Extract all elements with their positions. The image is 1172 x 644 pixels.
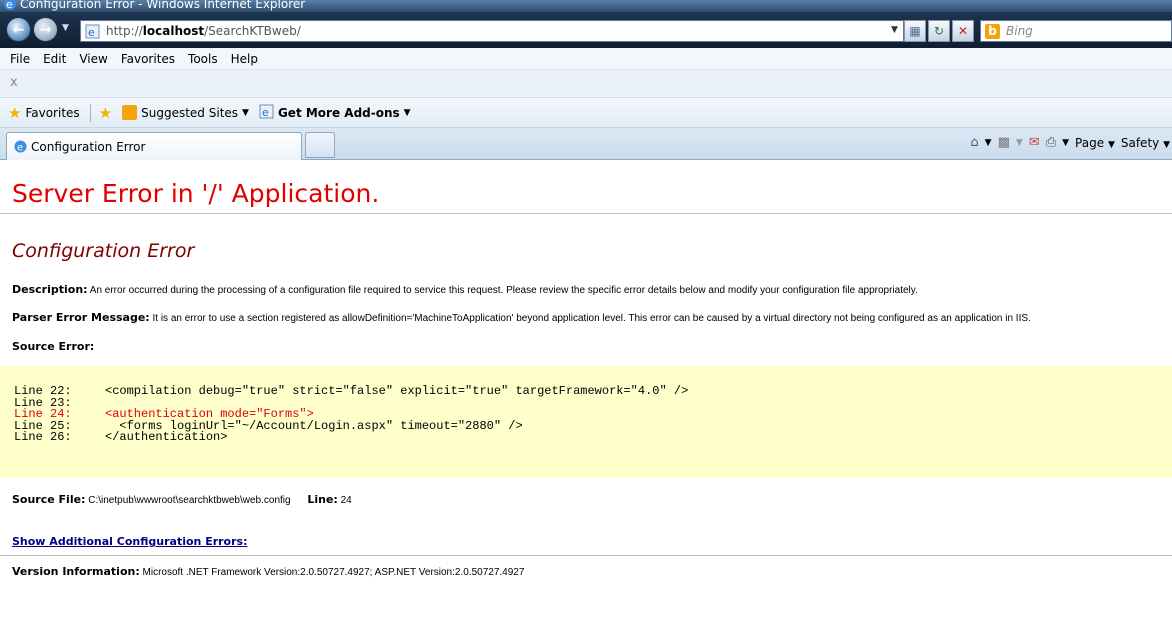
favorites-star-icon: ★ xyxy=(8,103,22,122)
print-icon[interactable]: ⎙ xyxy=(1046,135,1056,150)
menu-view[interactable]: View xyxy=(79,52,107,66)
chevron-down-icon: ▼ xyxy=(242,107,249,118)
safety-menu-button[interactable]: Safety ▼ xyxy=(1121,136,1170,150)
source-file-label: Source File: xyxy=(12,493,86,506)
feeds-dropdown-icon[interactable]: ▼ xyxy=(1016,138,1023,148)
error-description: Description: An error occurred during th… xyxy=(12,283,918,296)
address-input[interactable]: e http://localhost/SearchKTBweb/ ▼ xyxy=(80,20,904,42)
divider xyxy=(0,213,1172,214)
forward-button[interactable]: → xyxy=(33,17,58,42)
stop-button[interactable]: ✕ xyxy=(952,20,974,42)
tab-label: Configuration Error xyxy=(31,140,146,154)
close-toolbar-icon[interactable]: x xyxy=(10,75,18,90)
search-placeholder: Bing xyxy=(1006,24,1033,38)
menu-bar: File Edit View Favorites Tools Help xyxy=(0,48,1172,70)
add-favorite-icon: ★ xyxy=(98,103,113,122)
suggested-sites-button[interactable]: Suggested Sites ▼ xyxy=(122,105,249,120)
version-text: Microsoft .NET Framework Version:2.0.507… xyxy=(139,567,525,578)
favorites-separator xyxy=(89,103,91,122)
page-icon: e xyxy=(85,24,100,42)
new-tab-button[interactable] xyxy=(305,132,335,158)
svg-text:e: e xyxy=(17,143,23,154)
home-dropdown-icon[interactable]: ▼ xyxy=(985,138,992,148)
command-bar: ⌂ ▼ ▩ ▼ ✉ ⎙ ▼ Page ▼ Safety ▼ xyxy=(970,135,1170,150)
parser-text: It is an error to use a section register… xyxy=(149,313,1031,324)
suggested-sites-icon xyxy=(122,105,138,120)
svg-text:e: e xyxy=(262,106,269,119)
source-error-heading: Source Error: xyxy=(12,340,95,353)
history-dropdown-icon[interactable]: ▼ xyxy=(62,23,69,33)
divider xyxy=(0,555,1172,556)
svg-text:e: e xyxy=(6,0,13,11)
forward-arrow-icon: → xyxy=(39,21,52,38)
chevron-down-icon: ▼ xyxy=(403,107,411,118)
tab-configuration-error[interactable]: e Configuration Error xyxy=(6,132,302,160)
back-arrow-icon: ← xyxy=(12,21,25,38)
address-tools: ▦ ↻ ✕ xyxy=(904,20,974,42)
parser-label: Parser Error Message: xyxy=(12,311,150,324)
toolbar-strip: x xyxy=(0,70,1172,98)
line-value: 24 xyxy=(337,495,352,506)
svg-text:e: e xyxy=(88,26,95,39)
add-to-favorites-bar-button[interactable]: ★ xyxy=(99,104,112,122)
bing-icon: b xyxy=(985,24,1000,39)
source-code-box: Line 22: <compilation debug="true" strict… xyxy=(0,366,1172,478)
feeds-icon[interactable]: ▩ xyxy=(998,135,1010,150)
version-information: Version Information: Microsoft .NET Fram… xyxy=(12,565,524,578)
suggested-sites-label: Suggested Sites xyxy=(141,105,239,120)
page-title: Server Error in '/' Application. xyxy=(12,179,380,208)
favorites-bar: ★ Favorites ★ Suggested Sites ▼ e Get Mo… xyxy=(0,98,1172,128)
get-more-addons-label: Get More Add-ons xyxy=(277,105,400,120)
line-label: Line: xyxy=(307,493,338,506)
menu-edit[interactable]: Edit xyxy=(43,52,66,66)
parser-error-message: Parser Error Message: It is an error to … xyxy=(12,311,1031,324)
tab-bar: e Configuration Error ⌂ ▼ ▩ ▼ ✉ ⎙ ▼ Page… xyxy=(0,128,1172,160)
page-menu-button[interactable]: Page ▼ xyxy=(1075,136,1115,150)
window-title: Configuration Error - Windows Internet E… xyxy=(20,0,306,11)
print-dropdown-icon[interactable]: ▼ xyxy=(1062,138,1069,148)
description-text: An error occurred during the processing … xyxy=(87,285,918,296)
refresh-icon: ↻ xyxy=(933,24,945,38)
error-subheading: Configuration Error xyxy=(12,240,195,262)
window-title-bar: e Configuration Error - Windows Internet… xyxy=(0,0,1172,12)
get-more-addons-button[interactable]: e Get More Add-ons ▼ xyxy=(259,104,411,122)
addons-page-icon: e xyxy=(259,104,274,122)
source-file-info: Source File: C:\inetpub\wwwroot\searchkt… xyxy=(12,493,352,506)
show-additional-errors-link[interactable]: Show Additional Configuration Errors: xyxy=(12,535,247,548)
address-url: http://localhost/SearchKTBweb/ xyxy=(106,24,301,38)
tab-ie-icon: e xyxy=(13,139,28,157)
favorites-button[interactable]: ★ Favorites xyxy=(8,104,80,122)
code-line: Line 22: <compilation debug="true" strict… xyxy=(14,384,689,398)
menu-help[interactable]: Help xyxy=(231,52,258,66)
mail-icon[interactable]: ✉ xyxy=(1029,135,1040,150)
home-icon[interactable]: ⌂ xyxy=(970,135,978,150)
search-input[interactable]: b Bing xyxy=(980,20,1172,42)
address-bar-row: ← → ▼ e http://localhost/SearchKTBweb/ ▼… xyxy=(0,12,1172,48)
code-line: Line 26: </authentication> xyxy=(14,430,228,444)
menu-favorites[interactable]: Favorites xyxy=(121,52,175,66)
compatibility-view-button[interactable]: ▦ xyxy=(904,20,926,42)
ie-logo-icon: e xyxy=(2,0,18,12)
refresh-button[interactable]: ↻ xyxy=(928,20,950,42)
source-file-value: C:\inetpub\wwwroot\searchktbweb\web.conf… xyxy=(85,495,291,506)
compat-view-icon: ▦ xyxy=(909,24,921,38)
back-button[interactable]: ← xyxy=(6,17,31,42)
menu-tools[interactable]: Tools xyxy=(188,52,218,66)
description-label: Description: xyxy=(12,283,88,296)
page-content: Server Error in '/' Application. Configu… xyxy=(0,161,1172,644)
stop-icon: ✕ xyxy=(957,24,969,38)
version-label: Version Information: xyxy=(12,565,140,578)
favorites-label: Favorites xyxy=(25,105,80,120)
address-dropdown-icon[interactable]: ▼ xyxy=(891,25,898,35)
menu-file[interactable]: File xyxy=(10,52,30,66)
